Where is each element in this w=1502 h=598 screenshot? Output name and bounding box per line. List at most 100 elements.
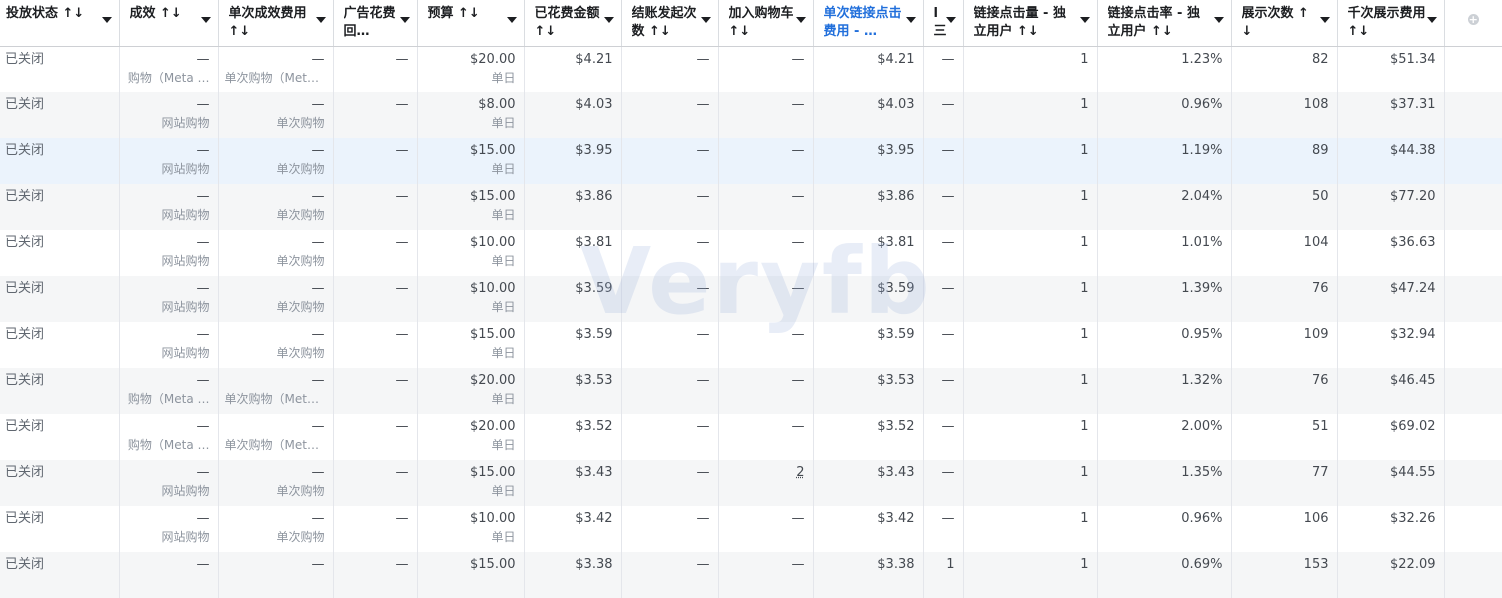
cell-result: — 网站购物: [119, 138, 219, 184]
cell-value: 50: [1311, 189, 1329, 204]
column-header-4[interactable]: 预算 ↑↓: [417, 0, 525, 47]
table-row[interactable]: 已关闭 — — — $15.00 $3.38 — — $3.38 1 1 0.69% 153 $22.09: [0, 552, 1502, 598]
cell-checkout: —: [621, 276, 719, 322]
cell-value: $10.00: [470, 281, 516, 296]
chevron-down-icon[interactable]: [905, 17, 916, 23]
table-row[interactable]: 已关闭 — 网站购物 — 单次购物 — $15.00 单日 $3.86 — — $3.86 — 1 2.04…: [0, 184, 1502, 230]
cell-value: —: [395, 511, 409, 526]
chevron-down-icon[interactable]: [399, 17, 410, 23]
table-row[interactable]: 已关闭 — 购物（Meta … — 单次购物（Meta… — $20.00 单日 $3.53— —…: [0, 368, 1502, 414]
column-header-11[interactable]: 链接点击率 - 独立用户 ↑↓: [1097, 0, 1232, 47]
cell-value: —: [196, 557, 210, 572]
cell-ctr: 1.23%: [1097, 46, 1232, 92]
cell-ctr: 1.19%: [1097, 138, 1232, 184]
cell-value: $3.86: [575, 189, 613, 204]
cell-impr: 77: [1231, 460, 1338, 506]
cell-value: 1: [1080, 281, 1089, 296]
cell-roas: —: [333, 230, 418, 276]
column-header-6[interactable]: 结账发起次数 ↑↓: [621, 0, 719, 47]
cell-value: $3.95: [877, 143, 915, 158]
chevron-down-icon[interactable]: [1319, 17, 1330, 23]
table-row[interactable]: 已关闭 — 网站购物 — 单次购物 — $10.00 单日 $3.59 — — $3.59 — 1 1.39…: [0, 276, 1502, 322]
table-row[interactable]: 已关闭 — 购物（Meta … — 单次购物（Meta… — $20.00 单日 $3.52— —…: [0, 414, 1502, 460]
cell-roas: —: [333, 368, 418, 414]
cell-impr: 106: [1231, 506, 1338, 552]
cell-c10: —: [923, 92, 964, 138]
cell-cpc: $3.38: [813, 552, 924, 598]
cell-cart: —: [718, 230, 814, 276]
cell-cpc: $3.43: [813, 460, 924, 506]
cell-value: —: [196, 143, 210, 158]
chevron-down-icon[interactable]: [315, 17, 326, 23]
chevron-down-icon[interactable]: [1213, 17, 1224, 23]
cell-value: $20.00: [470, 373, 516, 388]
cell-value: —: [696, 97, 710, 112]
cell-spacer: [1444, 414, 1502, 460]
chevron-down-icon[interactable]: [101, 17, 112, 23]
table-row[interactable]: 已关闭 — 网站购物 — 单次购物 — $10.00 单日 $3.42 — — $3.42 — 1 0.96…: [0, 506, 1502, 552]
chevron-down-icon[interactable]: [506, 17, 517, 23]
cell-value: —: [196, 281, 210, 296]
cell-value: $15.00: [470, 189, 516, 204]
column-header-7[interactable]: 加入购物车 ↑↓: [718, 0, 814, 47]
cell-spacer: [1444, 368, 1502, 414]
cell-value: —: [395, 373, 409, 388]
column-header-2[interactable]: 单次成效费用 ↑↓: [218, 0, 334, 47]
cell-value: 已关闭: [5, 143, 45, 158]
chevron-down-icon[interactable]: [603, 17, 614, 23]
column-header-1[interactable]: 成效 ↑↓: [119, 0, 219, 47]
cell-subtext: 购物（Meta …: [127, 392, 210, 406]
cell-cpr: — 单次购物: [218, 184, 334, 230]
cell-subtext: 单日: [491, 254, 516, 268]
table-row[interactable]: 已关闭 — 网站购物 — 单次购物 — $15.00 单日 $3.59 — — $3.59 — 1 0.95…: [0, 322, 1502, 368]
cell-budget: $15.00 单日: [417, 138, 525, 184]
cell-budget: $15.00: [417, 552, 525, 598]
cell-cpm: $22.09: [1337, 552, 1445, 598]
add-column-button[interactable]: +: [1444, 0, 1502, 47]
cell-value: —: [196, 373, 210, 388]
chevron-down-icon[interactable]: [200, 17, 211, 23]
column-header-10[interactable]: 链接点击量 - 独立用户 ↑↓: [963, 0, 1098, 47]
cell-impr: 108: [1231, 92, 1338, 138]
cell-cpr: — 单次购物（Meta…: [218, 46, 334, 92]
table-row[interactable]: 已关闭 — 网站购物 — 单次购物 — $15.00 单日 $3.95 — — $3.95 — 1 1.19…: [0, 138, 1502, 184]
cell-value: $3.43: [575, 465, 613, 480]
column-header-12[interactable]: 展示次数 ↑↓: [1231, 0, 1338, 47]
cell-subtext: 单次购物: [276, 116, 325, 130]
column-header-13[interactable]: 千次展示费用 ↑↓: [1337, 0, 1445, 47]
cell-value: —: [311, 51, 325, 67]
cell-value: 0.95%: [1181, 327, 1223, 342]
cell-cpm: $32.94: [1337, 322, 1445, 368]
cell-subtext: 单日: [491, 484, 516, 498]
cell-value: —: [941, 51, 955, 67]
cell-c10: —: [923, 138, 964, 184]
cell-cpr: — 单次购物（Meta…: [218, 414, 334, 460]
cell-value: —: [395, 557, 409, 572]
cell-value: —: [696, 235, 710, 250]
column-header-3[interactable]: 广告花费回…: [333, 0, 418, 47]
cell-spent: $3.95: [524, 138, 622, 184]
chevron-down-icon[interactable]: [945, 17, 956, 23]
cell-cart: —: [718, 414, 814, 460]
chevron-down-icon[interactable]: [1426, 17, 1437, 23]
column-header-0[interactable]: 投放状态 ↑↓: [0, 0, 120, 47]
chevron-down-icon[interactable]: [795, 17, 806, 23]
column-header-9[interactable]: l 三: [923, 0, 964, 47]
chevron-down-icon[interactable]: [700, 17, 711, 23]
cell-value: 已关闭: [5, 465, 45, 480]
column-header-8[interactable]: 单次链接点击费用 - …: [813, 0, 924, 47]
table-row[interactable]: 已关闭 — 网站购物 — 单次购物 — $15.00 单日 $3.43 — 2 $3.43 — 1 1.35…: [0, 460, 1502, 506]
cell-value: —: [311, 327, 325, 342]
table-row[interactable]: 已关闭 — 网站购物 — 单次购物 — $10.00 单日 $3.81 — — $3.81 — 1 1.01…: [0, 230, 1502, 276]
chevron-down-icon[interactable]: [1079, 17, 1090, 23]
cell-spacer: [1444, 322, 1502, 368]
table-row[interactable]: 已关闭 — 网站购物 — 单次购物 — $8.00 单日 $4.03 — — $4.03 — 1 0.96%…: [0, 92, 1502, 138]
cell-cpr: — 单次购物: [218, 322, 334, 368]
cell-value: —: [395, 465, 409, 480]
cell-value: $37.31: [1390, 97, 1436, 112]
column-header-5[interactable]: 已花费金额 ↑↓: [524, 0, 622, 47]
cell-cart[interactable]: 2: [718, 460, 814, 506]
cell-value: —: [395, 281, 409, 296]
cell-value: $47.24: [1390, 281, 1436, 296]
table-row[interactable]: 已关闭 — 购物（Meta … — 单次购物（Meta… — $20.00 单日 $4.21— —…: [0, 46, 1502, 92]
